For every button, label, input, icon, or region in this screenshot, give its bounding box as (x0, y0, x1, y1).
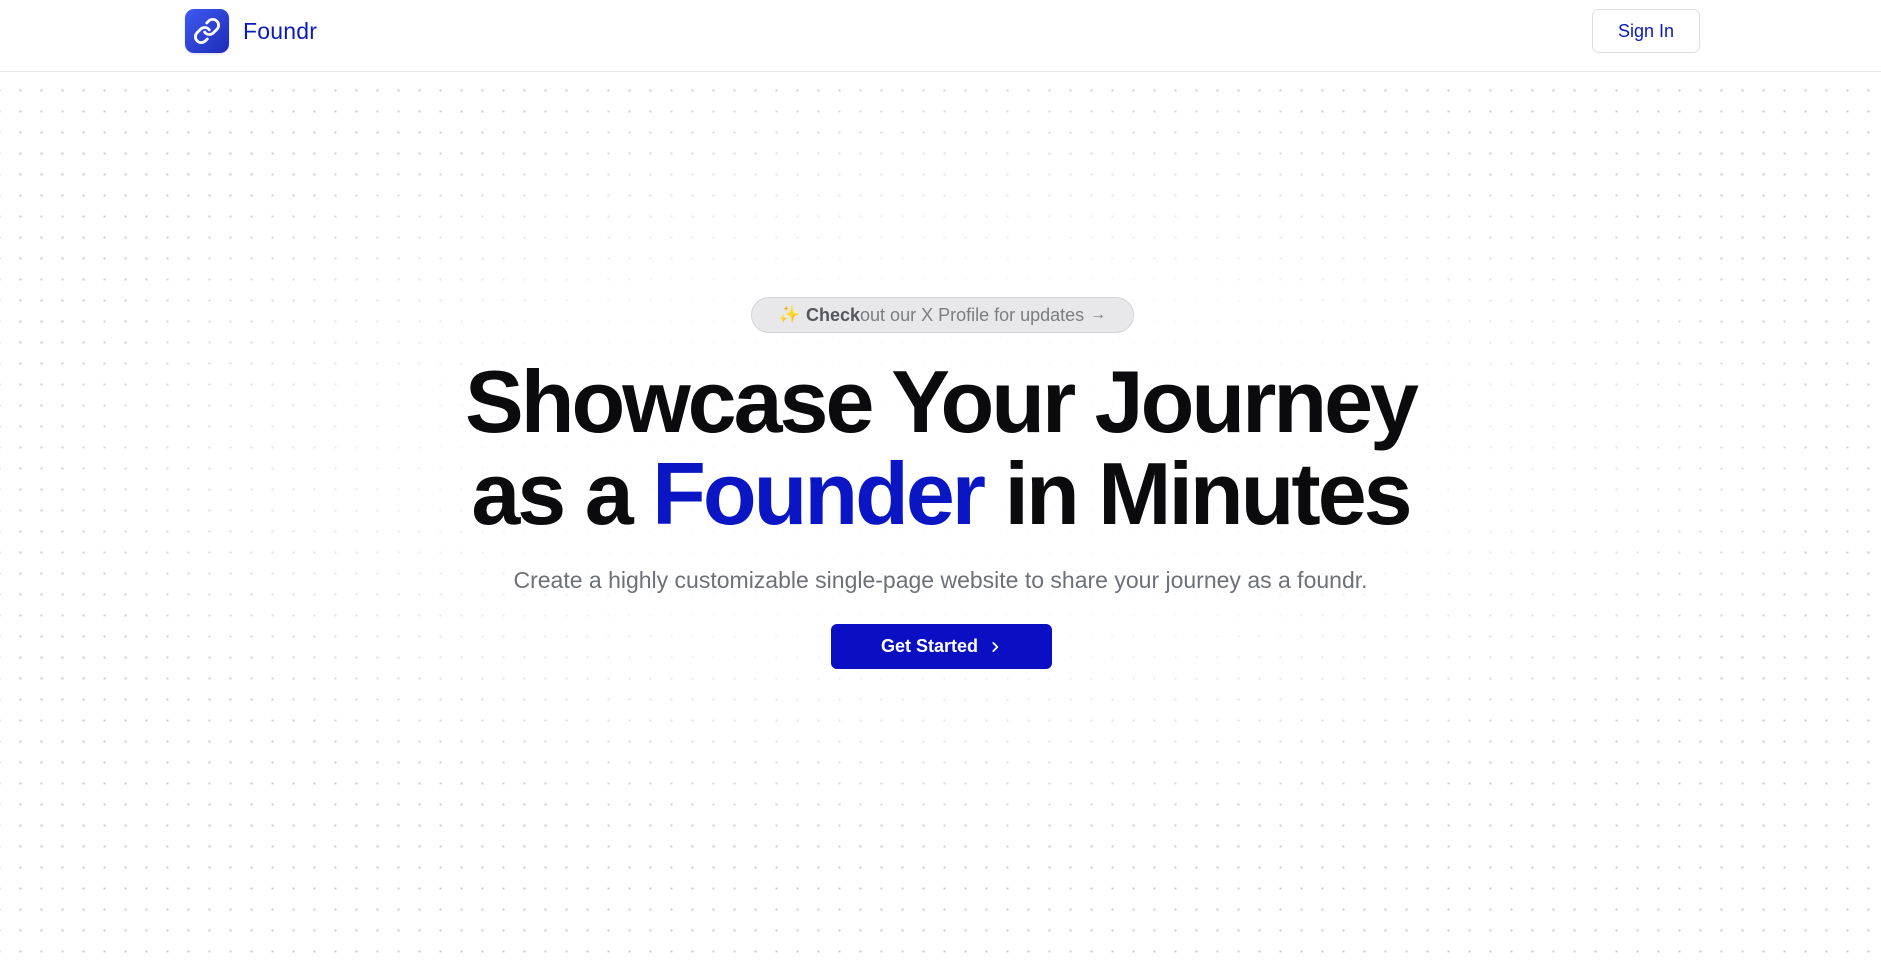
sparkle-icon: ✨ (778, 305, 800, 324)
headline-line-2-end: in Minutes (983, 444, 1413, 543)
get-started-label: Get Started (880, 636, 979, 656)
headline-line-2-start: as a (471, 444, 653, 543)
brand-name: Foundr (243, 17, 318, 44)
hero-subtitle: Create a highly customizable single-page… (513, 567, 1368, 593)
headline-line-1: Showcase Your Journey (465, 352, 1419, 451)
link-icon (185, 9, 229, 53)
headline-accent-word: Founder (652, 444, 986, 543)
arrow-right-icon: → (1090, 306, 1107, 323)
get-started-button[interactable]: Get Started (831, 624, 1052, 669)
announcement-text: out our X Profile for updates (860, 304, 1085, 325)
chevron-right-icon (988, 640, 1002, 654)
top-nav: Foundr Sign In (0, 0, 1881, 72)
landing-page: Foundr Sign In ✨ Check out our X Profile… (0, 0, 1881, 960)
hero-headline: Showcase Your Journey as a Founder in Mi… (0, 356, 1881, 540)
announcement-bold-text: Check (806, 304, 861, 325)
sign-in-button[interactable]: Sign In (1592, 9, 1700, 53)
brand-link[interactable]: Foundr (185, 9, 317, 53)
announcement-pill[interactable]: ✨ Check out our X Profile for updates → (751, 297, 1134, 333)
